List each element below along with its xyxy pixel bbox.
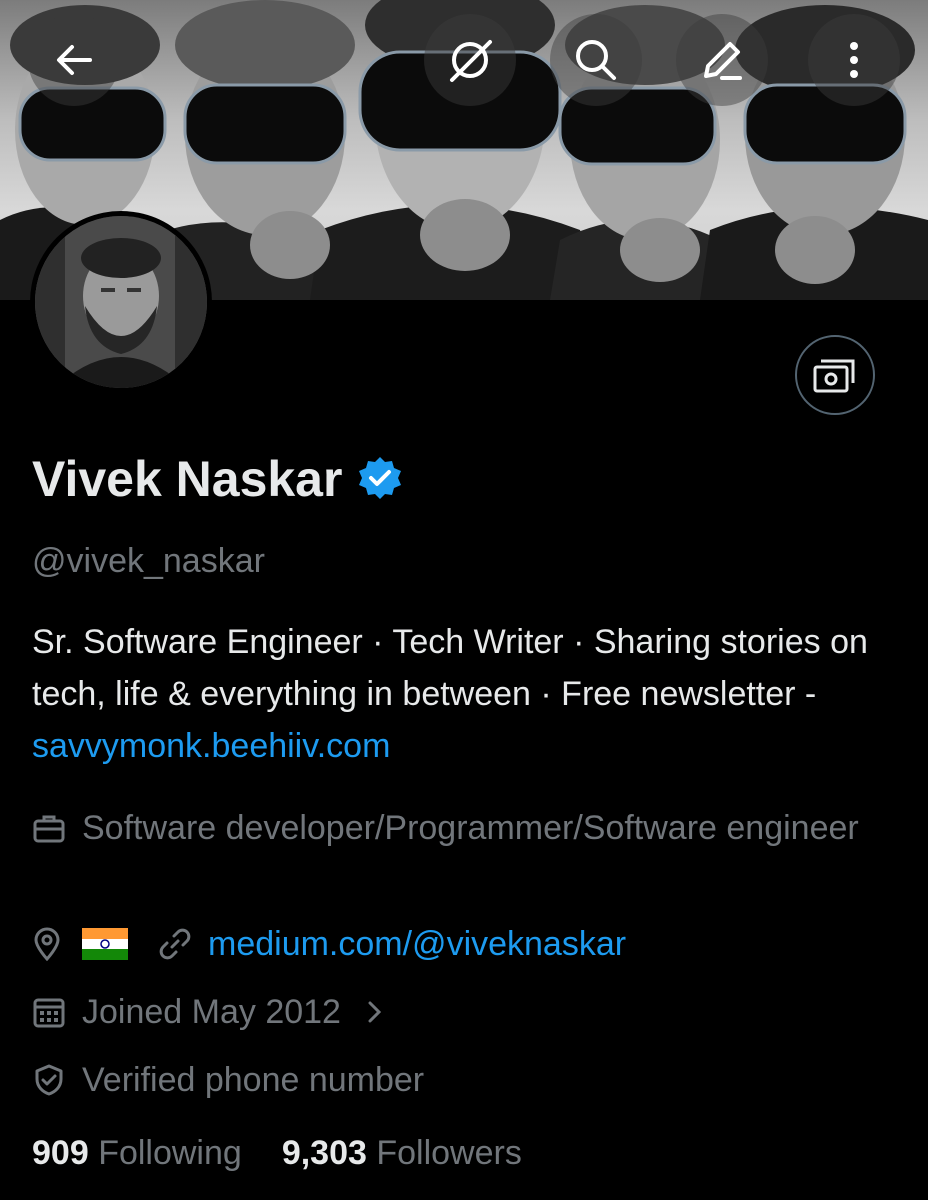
following-link[interactable]: 909 Following	[32, 1134, 242, 1173]
calendar-icon	[32, 986, 68, 1038]
bio-link[interactable]: savvymonk.beehiiv.com	[32, 727, 390, 765]
shield-check-icon	[32, 1054, 68, 1106]
india-flag-icon	[82, 928, 128, 960]
more-vertical-icon	[850, 42, 858, 78]
more-options-button[interactable]	[808, 14, 900, 106]
verified-phone-text: Verified phone number	[82, 1061, 425, 1099]
profile-name: Vivek Naskar	[32, 450, 404, 508]
verified-badge-icon[interactable]	[356, 455, 404, 503]
followers-count: 9,303	[281, 1134, 367, 1172]
search-icon	[576, 40, 616, 80]
profession-text: Software developer/Programmer/Software e…	[82, 809, 859, 847]
grok-button[interactable]	[424, 14, 516, 106]
edit-button[interactable]	[676, 14, 768, 106]
joined-row[interactable]: Joined May 2012	[32, 986, 385, 1038]
profile-handle: @vivek_naskar	[32, 542, 265, 580]
money-icon	[813, 359, 855, 393]
search-button[interactable]	[550, 14, 642, 106]
joined-text: Joined May 2012	[82, 993, 341, 1031]
edit-icon	[704, 42, 742, 80]
followers-label: Followers	[376, 1134, 522, 1172]
location-website-row: medium.com/@viveknaskar	[32, 918, 626, 970]
location-flag	[82, 918, 128, 970]
follow-counts: 909 Following 9,303 Followers	[32, 1134, 522, 1173]
location-pin-icon	[32, 918, 68, 970]
arrow-left-icon	[57, 45, 92, 75]
profile-avatar[interactable]	[30, 211, 212, 393]
profile-bio: Sr. Software Engineer · Tech Writer · Sh…	[32, 616, 902, 772]
back-button[interactable]	[28, 14, 120, 106]
subscribe-button[interactable]	[795, 335, 875, 415]
website-link[interactable]: medium.com/@viveknaskar	[208, 918, 626, 970]
link-icon	[158, 918, 194, 970]
briefcase-icon	[32, 802, 68, 854]
display-name: Vivek Naskar	[32, 451, 343, 507]
profession-row: Software developer/Programmer/Software e…	[32, 802, 892, 854]
verified-phone-row: Verified phone number	[32, 1054, 424, 1106]
followers-link[interactable]: 9,303 Followers	[282, 1134, 522, 1173]
chevron-right-icon	[365, 986, 385, 1038]
grok-icon	[450, 40, 492, 82]
following-count: 909	[32, 1134, 89, 1172]
avatar-image	[35, 216, 207, 388]
following-label: Following	[98, 1134, 242, 1172]
bio-text: Sr. Software Engineer · Tech Writer · Sh…	[32, 623, 868, 713]
